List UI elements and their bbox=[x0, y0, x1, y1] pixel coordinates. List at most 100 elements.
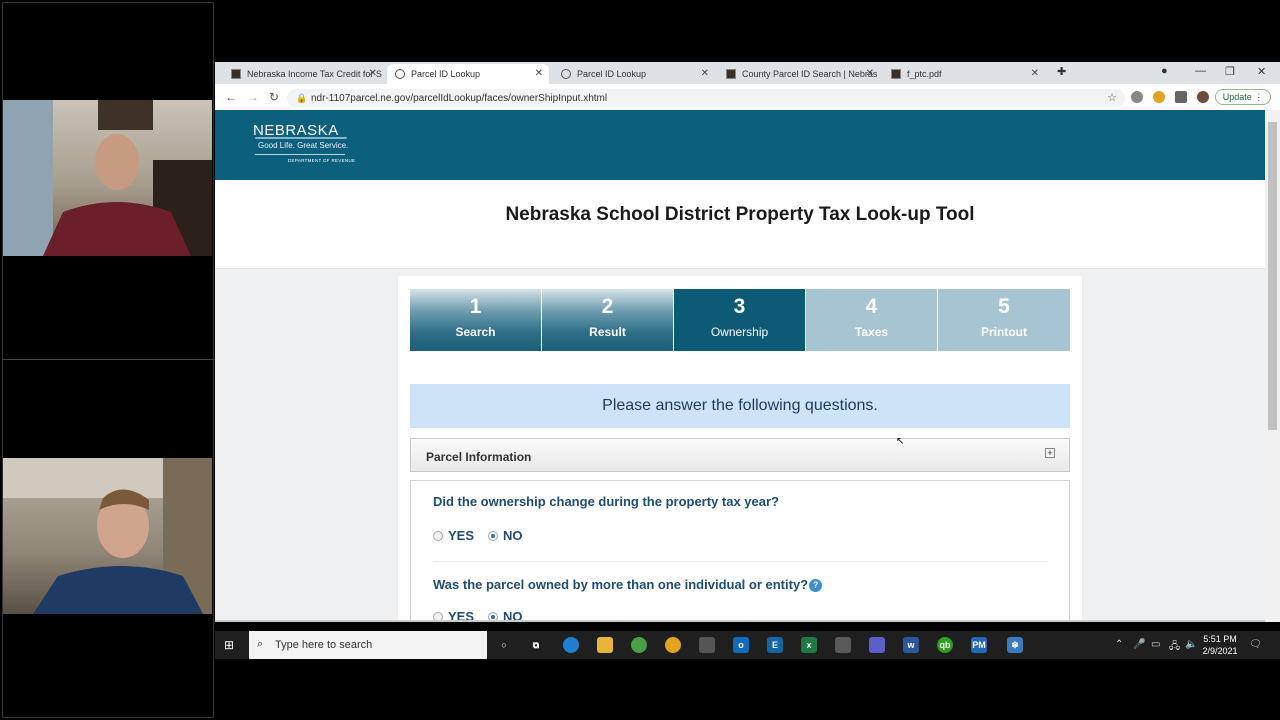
close-tab-icon[interactable]: ✕ bbox=[701, 68, 709, 79]
task-view-icon[interactable]: ⧉ bbox=[528, 637, 544, 653]
notifications-icon[interactable]: 🗨 bbox=[1249, 639, 1262, 650]
tab-title: Parcel ID Lookup bbox=[577, 69, 647, 79]
help-icon[interactable]: ? bbox=[809, 579, 823, 593]
battery-icon[interactable]: ▭ bbox=[1151, 639, 1160, 650]
questions-box: Did the ownership change during the prop… bbox=[410, 480, 1070, 622]
participant-2-figure bbox=[3, 458, 212, 614]
url-field[interactable]: 🔒 ndr-1107parcel.ne.gov/parcelIdLookup/f… bbox=[287, 89, 1125, 107]
restore-icon[interactable]: ❐ bbox=[1225, 65, 1235, 78]
update-button[interactable]: Update ⋮ bbox=[1215, 89, 1271, 105]
clock-date: 2/9/2021 bbox=[1202, 646, 1238, 656]
avatar[interactable] bbox=[1197, 91, 1209, 103]
participant-video-1 bbox=[3, 100, 212, 256]
tab-f-ptc-pdf[interactable]: f_ptc.pdf ✕ bbox=[883, 64, 1045, 84]
horizontal-scrollbar[interactable] bbox=[215, 620, 1265, 622]
step-taxes: 4 Taxes bbox=[806, 289, 937, 351]
teams-icon[interactable] bbox=[869, 637, 885, 653]
step-number: 1 bbox=[469, 295, 482, 318]
extension-icon[interactable] bbox=[1153, 91, 1165, 103]
profile-menu-icon[interactable]: ● bbox=[1161, 65, 1168, 77]
step-ownership[interactable]: 3 Ownership bbox=[674, 289, 805, 351]
scrollbar-thumb[interactable] bbox=[1268, 122, 1277, 430]
microphone-icon[interactable]: 🎤 bbox=[1133, 639, 1145, 650]
taskbar-search-input[interactable]: ⌕ Type here to search bbox=[249, 631, 487, 659]
web-page: NEBRASKA Good Life. Great Service. DEPAR… bbox=[215, 110, 1265, 622]
url-text: ndr-1107parcel.ne.gov/parcelIdLookup/fac… bbox=[311, 92, 608, 104]
forward-arrow-icon[interactable]: → bbox=[247, 90, 259, 104]
snowflake-app-icon[interactable]: ❄ bbox=[1007, 637, 1023, 653]
close-tab-icon[interactable]: ✕ bbox=[369, 68, 377, 79]
tab-title: Nebraska Income Tax Credit for S bbox=[247, 69, 382, 79]
chrome-canary-icon[interactable] bbox=[665, 637, 681, 653]
step-label: Ownership bbox=[710, 325, 769, 339]
logo-dept: DEPARTMENT OF REVENUE bbox=[288, 158, 356, 163]
chrome-icon[interactable] bbox=[631, 637, 647, 653]
close-window-icon[interactable]: ✕ bbox=[1257, 65, 1266, 78]
close-tab-icon[interactable]: ✕ bbox=[866, 68, 874, 79]
excel-icon[interactable]: x bbox=[801, 637, 817, 653]
step-label: Result bbox=[589, 325, 626, 339]
tab-ne-income-tax[interactable]: Nebraska Income Tax Credit for S ✕ bbox=[223, 64, 383, 84]
tab-parcel-id-lookup-active[interactable]: Parcel ID Lookup ✕ bbox=[387, 64, 549, 84]
network-icon[interactable]: 🖧 bbox=[1169, 639, 1180, 656]
new-tab-icon[interactable]: ✚ bbox=[1057, 65, 1066, 78]
radio-no-label[interactable]: NO bbox=[503, 528, 523, 543]
clock-time: 5:51 PM bbox=[1203, 634, 1237, 644]
word-icon[interactable]: w bbox=[903, 637, 919, 653]
calculator-icon[interactable] bbox=[835, 637, 851, 653]
parcel-information-panel[interactable]: Parcel Information + bbox=[410, 438, 1070, 472]
step-number: 4 bbox=[865, 295, 878, 318]
tab-county-parcel-search[interactable]: County Parcel ID Search | Nebras ✕ bbox=[718, 64, 880, 84]
pdf-favicon-icon bbox=[891, 69, 901, 79]
clock[interactable]: 5:51 PM 2/9/2021 bbox=[1200, 633, 1240, 657]
puzzle-icon[interactable] bbox=[1175, 91, 1187, 103]
e-app-icon[interactable]: E bbox=[767, 637, 783, 653]
step-result[interactable]: 2 Result bbox=[542, 289, 673, 351]
outlook-icon[interactable]: o bbox=[733, 637, 749, 653]
back-arrow-icon[interactable]: ← bbox=[225, 90, 237, 104]
wizard-card: 1 Search 2 Result 3 Ownership 4 Taxes 5 bbox=[398, 276, 1082, 622]
store-icon[interactable] bbox=[699, 637, 715, 653]
step-number: 5 bbox=[998, 295, 1010, 318]
pm-app-icon[interactable]: PM bbox=[971, 637, 987, 653]
ne-favicon-icon bbox=[726, 69, 736, 79]
cortana-icon[interactable]: ○ bbox=[496, 637, 512, 653]
tab-title: Parcel ID Lookup bbox=[411, 69, 481, 79]
close-tab-icon[interactable]: ✕ bbox=[1031, 68, 1039, 79]
step-label: Taxes bbox=[854, 325, 889, 339]
update-label: Update bbox=[1222, 92, 1252, 102]
bookmark-star-icon[interactable]: ☆ bbox=[1107, 91, 1117, 104]
question-divider bbox=[433, 561, 1048, 562]
volume-icon[interactable]: 🔈 bbox=[1185, 639, 1197, 650]
windows-start-icon[interactable]: ⊞ bbox=[224, 638, 234, 652]
edge-icon[interactable] bbox=[563, 637, 579, 653]
radio-yes[interactable] bbox=[433, 530, 443, 541]
search-placeholder: Type here to search bbox=[275, 639, 373, 651]
globe-icon bbox=[395, 69, 405, 79]
file-explorer-icon[interactable] bbox=[597, 637, 613, 653]
logo-divider bbox=[255, 154, 345, 155]
step-search[interactable]: 1 Search bbox=[410, 289, 541, 351]
video-divider bbox=[3, 359, 215, 360]
extension-icon[interactable] bbox=[1131, 91, 1143, 103]
step-label: Search bbox=[455, 325, 496, 339]
lock-icon: 🔒 bbox=[296, 93, 308, 103]
taskbar: ⊞ ⌕ Type here to search ○ ⧉ o E x w qb P… bbox=[215, 631, 1280, 659]
radio-yes-label[interactable]: YES bbox=[448, 528, 474, 543]
step-label: Printout bbox=[981, 325, 1027, 339]
mouse-pointer-icon: ↖ bbox=[896, 436, 905, 447]
question-text: Was the parcel owned by more than one in… bbox=[433, 577, 809, 592]
tab-title: County Parcel ID Search | Nebras bbox=[742, 69, 878, 79]
search-icon: ⌕ bbox=[257, 638, 264, 650]
tray-chevron-icon[interactable]: ⌃ bbox=[1115, 639, 1123, 650]
radio-no-selected[interactable] bbox=[488, 530, 499, 541]
panel-title: Parcel Information bbox=[426, 450, 532, 464]
vertical-scrollbar[interactable] bbox=[1265, 110, 1280, 622]
tab-parcel-id-lookup[interactable]: Parcel ID Lookup ✕ bbox=[553, 64, 715, 84]
quickbooks-icon[interactable]: qb bbox=[937, 637, 953, 653]
close-tab-icon[interactable]: ✕ bbox=[535, 68, 543, 79]
expand-icon[interactable]: + bbox=[1045, 448, 1055, 458]
question-ownership-change: Did the ownership change during the prop… bbox=[433, 494, 779, 509]
reload-icon[interactable]: ↻ bbox=[269, 90, 279, 104]
minimize-icon[interactable]: — bbox=[1195, 65, 1206, 77]
